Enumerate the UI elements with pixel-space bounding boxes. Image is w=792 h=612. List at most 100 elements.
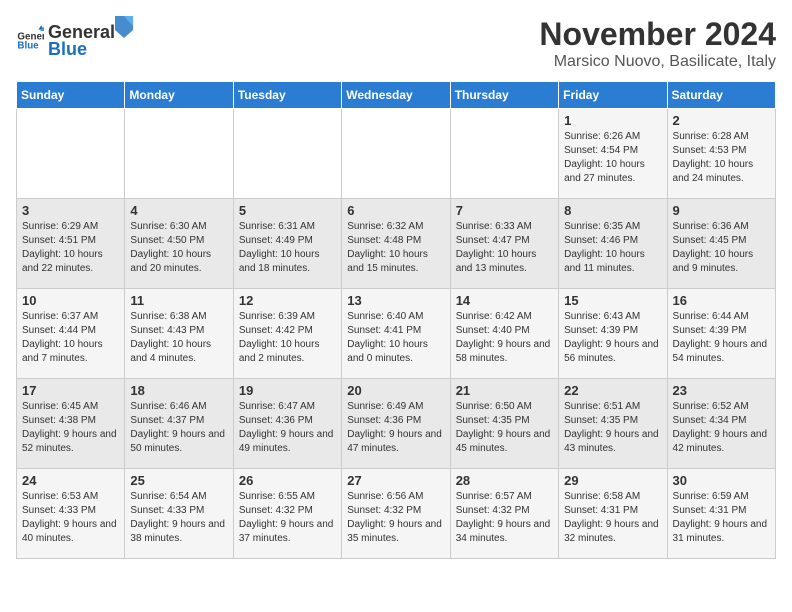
calendar-cell: 24 Sunrise: 6:53 AM Sunset: 4:33 PM Dayli…	[17, 469, 125, 559]
calendar-cell: 29 Sunrise: 6:58 AM Sunset: 4:31 PM Dayli…	[559, 469, 667, 559]
day-number: 14	[456, 293, 553, 308]
day-info: Sunrise: 6:54 AM Sunset: 4:33 PM Dayligh…	[130, 490, 227, 546]
day-number: 18	[130, 383, 227, 398]
calendar-cell: 25 Sunrise: 6:54 AM Sunset: 4:33 PM Dayli…	[125, 469, 233, 559]
day-info: Sunrise: 6:51 AM Sunset: 4:35 PM Dayligh…	[564, 400, 661, 456]
day-info: Sunrise: 6:32 AM Sunset: 4:48 PM Dayligh…	[347, 220, 444, 276]
day-info: Sunrise: 6:58 AM Sunset: 4:31 PM Dayligh…	[564, 490, 661, 546]
day-info: Sunrise: 6:55 AM Sunset: 4:32 PM Dayligh…	[239, 490, 336, 546]
day-info: Sunrise: 6:40 AM Sunset: 4:41 PM Dayligh…	[347, 310, 444, 366]
day-number: 19	[239, 383, 336, 398]
calendar-cell: 26 Sunrise: 6:55 AM Sunset: 4:32 PM Dayli…	[233, 469, 341, 559]
day-info: Sunrise: 6:59 AM Sunset: 4:31 PM Dayligh…	[673, 490, 770, 546]
calendar-cell: 19Sunrise: 6:47 AM Sunset: 4:36 PM Dayli…	[233, 379, 341, 469]
header-wednesday: Wednesday	[342, 82, 450, 109]
calendar-cell: 4 Sunrise: 6:30 AM Sunset: 4:50 PM Daylig…	[125, 199, 233, 289]
day-info: Sunrise: 6:42 AM Sunset: 4:40 PM Dayligh…	[456, 310, 553, 366]
day-number: 1	[564, 113, 661, 128]
calendar-cell	[17, 109, 125, 199]
day-info: Sunrise: 6:45 AM Sunset: 4:38 PM Dayligh…	[22, 400, 119, 456]
location-title: Marsico Nuovo, Basilicate, Italy	[539, 53, 776, 71]
day-info: Sunrise: 6:36 AM Sunset: 4:45 PM Dayligh…	[673, 220, 770, 276]
day-info: Sunrise: 6:37 AM Sunset: 4:44 PM Dayligh…	[22, 310, 119, 366]
calendar-week-1: 1 Sunrise: 6:26 AM Sunset: 4:54 PM Daylig…	[17, 109, 776, 199]
day-info: Sunrise: 6:31 AM Sunset: 4:49 PM Dayligh…	[239, 220, 336, 276]
day-number: 22	[564, 383, 661, 398]
day-number: 24	[22, 473, 119, 488]
calendar-week-3: 10 Sunrise: 6:37 AM Sunset: 4:44 PM Dayli…	[17, 289, 776, 379]
calendar-cell: 2 Sunrise: 6:28 AM Sunset: 4:53 PM Daylig…	[667, 109, 775, 199]
day-info: Sunrise: 6:28 AM Sunset: 4:53 PM Dayligh…	[673, 130, 770, 186]
calendar-cell: 17 Sunrise: 6:45 AM Sunset: 4:38 PM Dayli…	[17, 379, 125, 469]
day-info: Sunrise: 6:33 AM Sunset: 4:47 PM Dayligh…	[456, 220, 553, 276]
day-number: 11	[130, 293, 227, 308]
calendar-cell: 6 Sunrise: 6:32 AM Sunset: 4:48 PM Daylig…	[342, 199, 450, 289]
day-info: Sunrise: 6:56 AM Sunset: 4:32 PM Dayligh…	[347, 490, 444, 546]
day-number: 26	[239, 473, 336, 488]
calendar: Sunday Monday Tuesday Wednesday Thursday…	[16, 81, 776, 559]
calendar-cell	[342, 109, 450, 199]
day-number: 20	[347, 383, 444, 398]
calendar-cell: 22 Sunrise: 6:51 AM Sunset: 4:35 PM Dayli…	[559, 379, 667, 469]
day-info: Sunrise: 6:30 AM Sunset: 4:50 PM Dayligh…	[130, 220, 227, 276]
calendar-cell	[125, 109, 233, 199]
day-number: 23	[673, 383, 770, 398]
day-number: 4	[130, 203, 227, 218]
calendar-week-5: 24 Sunrise: 6:53 AM Sunset: 4:33 PM Dayli…	[17, 469, 776, 559]
calendar-cell: 30 Sunrise: 6:59 AM Sunset: 4:31 PM Dayli…	[667, 469, 775, 559]
calendar-cell: 15 Sunrise: 6:43 AM Sunset: 4:39 PM Dayli…	[559, 289, 667, 379]
day-number: 5	[239, 203, 336, 218]
logo: General Blue General Blue	[16, 16, 133, 60]
day-number: 9	[673, 203, 770, 218]
day-info: Sunrise: 6:46 AM Sunset: 4:37 PM Dayligh…	[130, 400, 227, 456]
calendar-cell: 23 Sunrise: 6:52 AM Sunset: 4:34 PM Dayli…	[667, 379, 775, 469]
day-info: Sunrise: 6:26 AM Sunset: 4:54 PM Dayligh…	[564, 130, 661, 186]
calendar-cell	[233, 109, 341, 199]
calendar-cell: 11 Sunrise: 6:38 AM Sunset: 4:43 PM Dayli…	[125, 289, 233, 379]
day-info: Sunrise: 6:52 AM Sunset: 4:34 PM Dayligh…	[673, 400, 770, 456]
logo-arrow-icon	[115, 16, 133, 38]
calendar-cell: 18 Sunrise: 6:46 AM Sunset: 4:37 PM Dayli…	[125, 379, 233, 469]
day-number: 15	[564, 293, 661, 308]
svg-text:Blue: Blue	[17, 41, 39, 52]
calendar-header-row: Sunday Monday Tuesday Wednesday Thursday…	[17, 82, 776, 109]
day-info: Sunrise: 6:50 AM Sunset: 4:35 PM Dayligh…	[456, 400, 553, 456]
day-number: 10	[22, 293, 119, 308]
day-info: Sunrise: 6:53 AM Sunset: 4:33 PM Dayligh…	[22, 490, 119, 546]
header-saturday: Saturday	[667, 82, 775, 109]
day-info: Sunrise: 6:38 AM Sunset: 4:43 PM Dayligh…	[130, 310, 227, 366]
calendar-cell: 10 Sunrise: 6:37 AM Sunset: 4:44 PM Dayli…	[17, 289, 125, 379]
day-info: Sunrise: 6:29 AM Sunset: 4:51 PM Dayligh…	[22, 220, 119, 276]
calendar-cell: 7Sunrise: 6:33 AM Sunset: 4:47 PM Daylig…	[450, 199, 558, 289]
calendar-week-4: 17 Sunrise: 6:45 AM Sunset: 4:38 PM Dayli…	[17, 379, 776, 469]
calendar-cell: 28 Sunrise: 6:57 AM Sunset: 4:32 PM Dayli…	[450, 469, 558, 559]
header-thursday: Thursday	[450, 82, 558, 109]
calendar-cell: 27 Sunrise: 6:56 AM Sunset: 4:32 PM Dayli…	[342, 469, 450, 559]
calendar-cell: 1 Sunrise: 6:26 AM Sunset: 4:54 PM Daylig…	[559, 109, 667, 199]
day-number: 8	[564, 203, 661, 218]
day-number: 16	[673, 293, 770, 308]
day-number: 6	[347, 203, 444, 218]
header: General Blue General Blue November 2024 …	[16, 16, 776, 71]
day-number: 25	[130, 473, 227, 488]
day-number: 2	[673, 113, 770, 128]
day-info: Sunrise: 6:49 AM Sunset: 4:36 PM Dayligh…	[347, 400, 444, 456]
calendar-cell: 9 Sunrise: 6:36 AM Sunset: 4:45 PM Daylig…	[667, 199, 775, 289]
day-number: 28	[456, 473, 553, 488]
day-number: 30	[673, 473, 770, 488]
calendar-cell: 21Sunrise: 6:50 AM Sunset: 4:35 PM Dayli…	[450, 379, 558, 469]
day-info: Sunrise: 6:57 AM Sunset: 4:32 PM Dayligh…	[456, 490, 553, 546]
day-number: 13	[347, 293, 444, 308]
calendar-cell: 5 Sunrise: 6:31 AM Sunset: 4:49 PM Daylig…	[233, 199, 341, 289]
day-info: Sunrise: 6:39 AM Sunset: 4:42 PM Dayligh…	[239, 310, 336, 366]
calendar-week-2: 3Sunrise: 6:29 AM Sunset: 4:51 PM Daylig…	[17, 199, 776, 289]
header-tuesday: Tuesday	[233, 82, 341, 109]
day-number: 27	[347, 473, 444, 488]
day-info: Sunrise: 6:43 AM Sunset: 4:39 PM Dayligh…	[564, 310, 661, 366]
day-number: 12	[239, 293, 336, 308]
day-number: 17	[22, 383, 119, 398]
day-info: Sunrise: 6:35 AM Sunset: 4:46 PM Dayligh…	[564, 220, 661, 276]
calendar-cell: 14 Sunrise: 6:42 AM Sunset: 4:40 PM Dayli…	[450, 289, 558, 379]
calendar-cell	[450, 109, 558, 199]
day-number: 29	[564, 473, 661, 488]
